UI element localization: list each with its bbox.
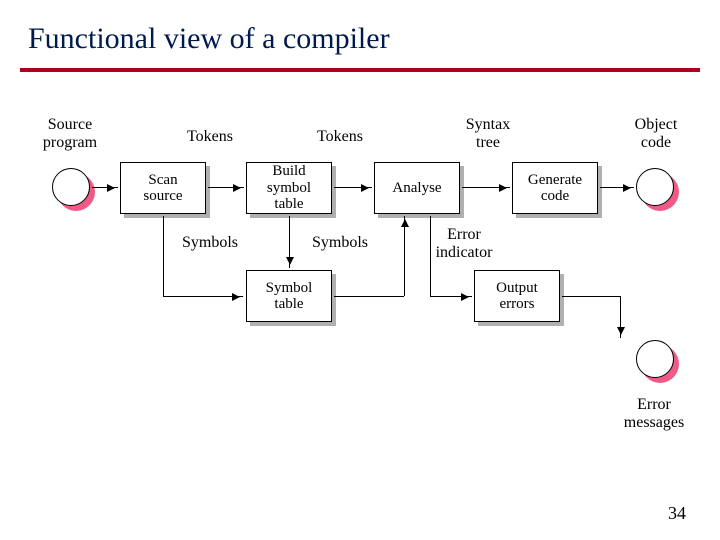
title-underline <box>20 68 700 72</box>
arrow-generate-to-object <box>600 187 634 188</box>
conn-outputerrors-to-msgs-h <box>562 296 620 297</box>
label-error-messages: Errormessages <box>614 396 694 431</box>
arrow-build-to-analyse <box>334 187 372 188</box>
process-output-errors-label: Outputerrors <box>474 270 560 322</box>
slide-title: Functional view of a compiler <box>28 22 390 56</box>
conn-scan-to-symboltable-h <box>163 296 243 297</box>
process-build-symbol-table-label: Buildsymboltable <box>246 162 332 214</box>
arrow-analyse-to-generate <box>462 187 510 188</box>
process-output-errors: Outputerrors <box>474 270 560 322</box>
process-build-symbol-table: Buildsymboltable <box>246 162 332 214</box>
label-tokens-1: Tokens <box>170 128 250 146</box>
conn-symboltable-to-analyse-h <box>334 296 404 297</box>
datastore-error-messages <box>636 340 674 378</box>
process-symbol-table: Symboltable <box>246 270 332 322</box>
page-number: 34 <box>668 503 686 524</box>
label-syntax-tree: Syntaxtree <box>448 116 528 151</box>
conn-symboltable-to-analyse-v <box>404 216 405 296</box>
process-generate-code-label: Generatecode <box>512 162 598 214</box>
conn-analyse-to-outputerrors-v <box>430 216 431 296</box>
process-symbol-table-label: Symboltable <box>246 270 332 322</box>
compiler-diagram: Sourceprogram Tokens Tokens Syntaxtree O… <box>0 110 720 430</box>
conn-analyse-to-outputerrors-h <box>430 296 472 297</box>
arrow-scan-to-build <box>208 187 244 188</box>
label-error-indicator: Errorindicator <box>424 226 504 261</box>
label-source-program: Sourceprogram <box>30 116 110 151</box>
process-analyse-label: Analyse <box>374 162 460 214</box>
datastore-source-program <box>52 168 90 206</box>
label-object-code: Objectcode <box>616 116 696 151</box>
label-tokens-2: Tokens <box>300 128 380 146</box>
label-symbols-1: Symbols <box>170 234 250 252</box>
process-scan-source-label: Scansource <box>120 162 206 214</box>
conn-scan-to-symboltable-v <box>163 216 164 296</box>
conn-outputerrors-to-msgs-v <box>620 296 621 338</box>
process-generate-code: Generatecode <box>512 162 598 214</box>
datastore-object-code <box>636 168 674 206</box>
process-analyse: Analyse <box>374 162 460 214</box>
label-symbols-2: Symbols <box>300 234 380 252</box>
conn-build-to-symboltable <box>289 216 290 268</box>
process-scan-source: Scansource <box>120 162 206 214</box>
arrow-source-to-scan <box>92 187 118 188</box>
